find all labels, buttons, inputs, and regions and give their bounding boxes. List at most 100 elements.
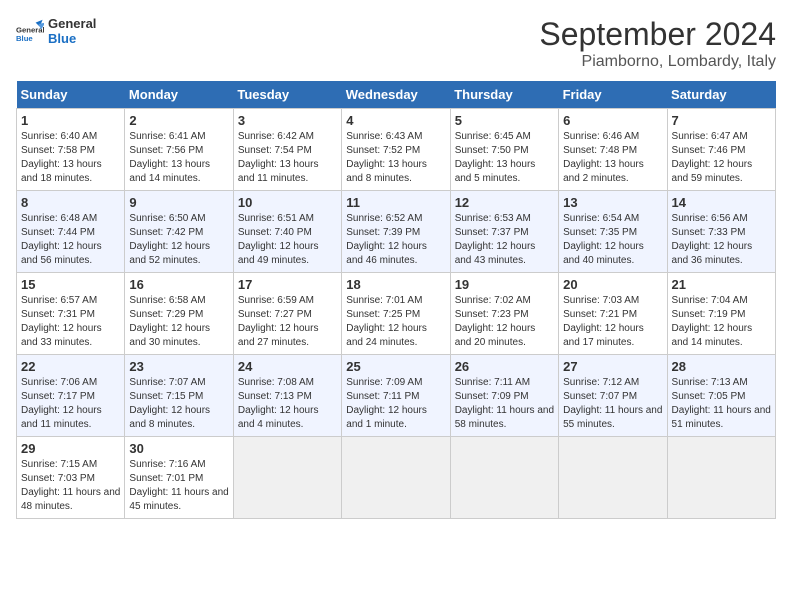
calendar-cell: 16 Sunrise: 6:58 AM Sunset: 7:29 PM Dayl… [125, 273, 233, 355]
week-row-2: 8 Sunrise: 6:48 AM Sunset: 7:44 PM Dayli… [17, 191, 776, 273]
calendar-cell: 8 Sunrise: 6:48 AM Sunset: 7:44 PM Dayli… [17, 191, 125, 273]
calendar-cell: 7 Sunrise: 6:47 AM Sunset: 7:46 PM Dayli… [667, 109, 775, 191]
location: Piamborno, Lombardy, Italy [539, 53, 776, 71]
day-info: Sunrise: 7:01 AM Sunset: 7:25 PM Dayligh… [346, 294, 445, 350]
day-number: 8 [21, 195, 120, 210]
week-row-4: 22 Sunrise: 7:06 AM Sunset: 7:17 PM Dayl… [17, 355, 776, 437]
day-number: 10 [238, 195, 337, 210]
day-headers-row: Sunday Monday Tuesday Wednesday Thursday… [17, 81, 776, 109]
calendar-cell: 27 Sunrise: 7:12 AM Sunset: 7:07 PM Dayl… [559, 355, 667, 437]
calendar-cell [667, 437, 775, 519]
calendar-cell: 25 Sunrise: 7:09 AM Sunset: 7:11 PM Dayl… [342, 355, 450, 437]
day-number: 21 [672, 277, 771, 292]
calendar-cell: 3 Sunrise: 6:42 AM Sunset: 7:54 PM Dayli… [233, 109, 341, 191]
day-number: 22 [21, 359, 120, 374]
day-info: Sunrise: 7:16 AM Sunset: 7:01 PM Dayligh… [129, 458, 228, 514]
logo-text: GeneralBlue [48, 16, 96, 46]
logo: General Blue GeneralBlue [16, 16, 96, 46]
calendar-cell: 5 Sunrise: 6:45 AM Sunset: 7:50 PM Dayli… [450, 109, 558, 191]
day-info: Sunrise: 6:41 AM Sunset: 7:56 PM Dayligh… [129, 130, 228, 186]
day-number: 3 [238, 113, 337, 128]
day-number: 19 [455, 277, 554, 292]
day-info: Sunrise: 7:13 AM Sunset: 7:05 PM Dayligh… [672, 376, 771, 432]
calendar-cell: 24 Sunrise: 7:08 AM Sunset: 7:13 PM Dayl… [233, 355, 341, 437]
calendar-cell: 14 Sunrise: 6:56 AM Sunset: 7:33 PM Dayl… [667, 191, 775, 273]
calendar-cell: 10 Sunrise: 6:51 AM Sunset: 7:40 PM Dayl… [233, 191, 341, 273]
day-number: 20 [563, 277, 662, 292]
calendar-cell: 15 Sunrise: 6:57 AM Sunset: 7:31 PM Dayl… [17, 273, 125, 355]
calendar-cell: 21 Sunrise: 7:04 AM Sunset: 7:19 PM Dayl… [667, 273, 775, 355]
day-info: Sunrise: 7:09 AM Sunset: 7:11 PM Dayligh… [346, 376, 445, 432]
day-info: Sunrise: 7:12 AM Sunset: 7:07 PM Dayligh… [563, 376, 662, 432]
calendar-cell: 29 Sunrise: 7:15 AM Sunset: 7:03 PM Dayl… [17, 437, 125, 519]
header-saturday: Saturday [667, 81, 775, 109]
day-info: Sunrise: 7:03 AM Sunset: 7:21 PM Dayligh… [563, 294, 662, 350]
day-number: 25 [346, 359, 445, 374]
day-number: 6 [563, 113, 662, 128]
day-number: 4 [346, 113, 445, 128]
day-info: Sunrise: 6:57 AM Sunset: 7:31 PM Dayligh… [21, 294, 120, 350]
day-info: Sunrise: 6:43 AM Sunset: 7:52 PM Dayligh… [346, 130, 445, 186]
day-number: 5 [455, 113, 554, 128]
day-number: 16 [129, 277, 228, 292]
calendar-cell [450, 437, 558, 519]
calendar-cell: 6 Sunrise: 6:46 AM Sunset: 7:48 PM Dayli… [559, 109, 667, 191]
day-number: 9 [129, 195, 228, 210]
day-number: 30 [129, 441, 228, 456]
day-number: 14 [672, 195, 771, 210]
calendar-cell: 13 Sunrise: 6:54 AM Sunset: 7:35 PM Dayl… [559, 191, 667, 273]
day-info: Sunrise: 7:15 AM Sunset: 7:03 PM Dayligh… [21, 458, 120, 514]
day-info: Sunrise: 6:59 AM Sunset: 7:27 PM Dayligh… [238, 294, 337, 350]
calendar-cell: 1 Sunrise: 6:40 AM Sunset: 7:58 PM Dayli… [17, 109, 125, 191]
header-tuesday: Tuesday [233, 81, 341, 109]
day-info: Sunrise: 7:08 AM Sunset: 7:13 PM Dayligh… [238, 376, 337, 432]
calendar-cell: 12 Sunrise: 6:53 AM Sunset: 7:37 PM Dayl… [450, 191, 558, 273]
calendar-cell: 9 Sunrise: 6:50 AM Sunset: 7:42 PM Dayli… [125, 191, 233, 273]
day-number: 28 [672, 359, 771, 374]
day-number: 18 [346, 277, 445, 292]
month-title: September 2024 [539, 16, 776, 53]
calendar-title-area: September 2024 Piamborno, Lombardy, Ital… [539, 16, 776, 71]
day-info: Sunrise: 7:04 AM Sunset: 7:19 PM Dayligh… [672, 294, 771, 350]
calendar-cell [559, 437, 667, 519]
header-monday: Monday [125, 81, 233, 109]
day-info: Sunrise: 6:53 AM Sunset: 7:37 PM Dayligh… [455, 212, 554, 268]
page-header: General Blue GeneralBlue September 2024 … [16, 16, 776, 71]
day-info: Sunrise: 7:07 AM Sunset: 7:15 PM Dayligh… [129, 376, 228, 432]
day-info: Sunrise: 6:54 AM Sunset: 7:35 PM Dayligh… [563, 212, 662, 268]
day-info: Sunrise: 6:52 AM Sunset: 7:39 PM Dayligh… [346, 212, 445, 268]
day-info: Sunrise: 6:40 AM Sunset: 7:58 PM Dayligh… [21, 130, 120, 186]
calendar-cell: 20 Sunrise: 7:03 AM Sunset: 7:21 PM Dayl… [559, 273, 667, 355]
day-info: Sunrise: 7:11 AM Sunset: 7:09 PM Dayligh… [455, 376, 554, 432]
day-number: 15 [21, 277, 120, 292]
day-info: Sunrise: 7:06 AM Sunset: 7:17 PM Dayligh… [21, 376, 120, 432]
day-number: 2 [129, 113, 228, 128]
day-number: 12 [455, 195, 554, 210]
day-number: 7 [672, 113, 771, 128]
header-sunday: Sunday [17, 81, 125, 109]
calendar-cell: 11 Sunrise: 6:52 AM Sunset: 7:39 PM Dayl… [342, 191, 450, 273]
day-info: Sunrise: 6:45 AM Sunset: 7:50 PM Dayligh… [455, 130, 554, 186]
calendar-cell: 17 Sunrise: 6:59 AM Sunset: 7:27 PM Dayl… [233, 273, 341, 355]
header-wednesday: Wednesday [342, 81, 450, 109]
week-row-1: 1 Sunrise: 6:40 AM Sunset: 7:58 PM Dayli… [17, 109, 776, 191]
header-thursday: Thursday [450, 81, 558, 109]
day-info: Sunrise: 6:48 AM Sunset: 7:44 PM Dayligh… [21, 212, 120, 268]
calendar-cell: 23 Sunrise: 7:07 AM Sunset: 7:15 PM Dayl… [125, 355, 233, 437]
calendar-cell: 22 Sunrise: 7:06 AM Sunset: 7:17 PM Dayl… [17, 355, 125, 437]
calendar-cell: 18 Sunrise: 7:01 AM Sunset: 7:25 PM Dayl… [342, 273, 450, 355]
day-info: Sunrise: 6:58 AM Sunset: 7:29 PM Dayligh… [129, 294, 228, 350]
day-number: 26 [455, 359, 554, 374]
day-info: Sunrise: 7:02 AM Sunset: 7:23 PM Dayligh… [455, 294, 554, 350]
day-info: Sunrise: 6:47 AM Sunset: 7:46 PM Dayligh… [672, 130, 771, 186]
day-number: 27 [563, 359, 662, 374]
calendar-table: Sunday Monday Tuesday Wednesday Thursday… [16, 81, 776, 519]
day-info: Sunrise: 6:51 AM Sunset: 7:40 PM Dayligh… [238, 212, 337, 268]
calendar-cell: 28 Sunrise: 7:13 AM Sunset: 7:05 PM Dayl… [667, 355, 775, 437]
calendar-cell: 4 Sunrise: 6:43 AM Sunset: 7:52 PM Dayli… [342, 109, 450, 191]
svg-text:Blue: Blue [16, 34, 33, 43]
calendar-cell [233, 437, 341, 519]
header-friday: Friday [559, 81, 667, 109]
day-number: 11 [346, 195, 445, 210]
day-info: Sunrise: 6:42 AM Sunset: 7:54 PM Dayligh… [238, 130, 337, 186]
